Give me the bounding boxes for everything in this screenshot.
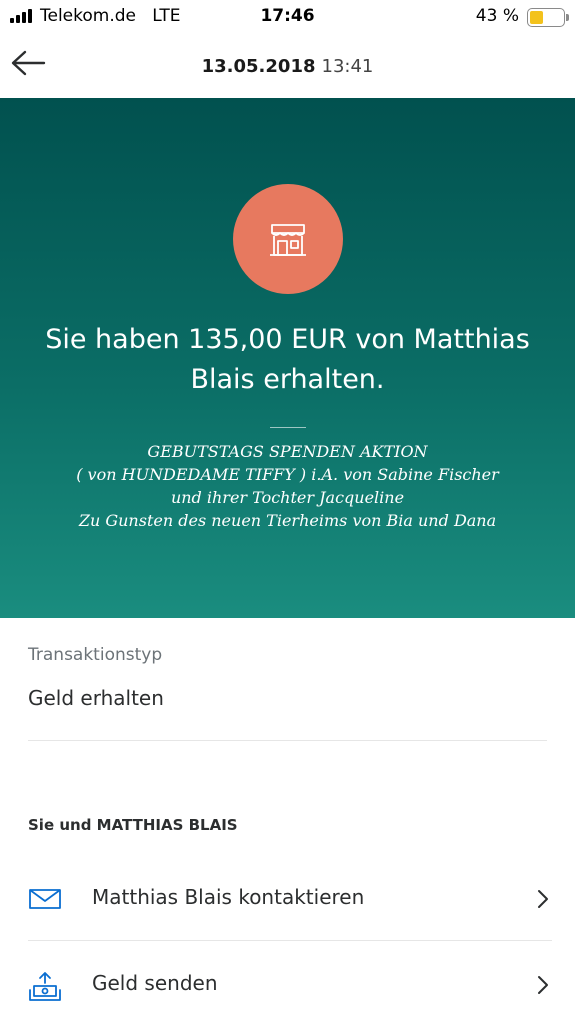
storefront-icon	[270, 224, 306, 256]
transaction-note: GEBUTSTAGS SPENDEN AKTION ( von HUNDEDAM…	[20, 440, 555, 532]
status-bar: Telekom.de LTE 17:46 43 %	[0, 0, 575, 34]
contact-person-row[interactable]: Matthias Blais kontaktieren	[28, 869, 552, 929]
envelope-icon	[29, 889, 61, 909]
contact-person-label: Matthias Blais kontaktieren	[92, 885, 365, 909]
divider	[28, 740, 547, 741]
header: 13.05.2018 13:41	[0, 34, 575, 98]
battery-fill	[530, 11, 543, 24]
send-money-row[interactable]: Geld senden	[28, 955, 552, 1015]
battery-icon	[527, 8, 569, 27]
chevron-right-icon	[538, 890, 548, 908]
note-line: Zu Gunsten des neuen Tierheims von Bia u…	[78, 511, 497, 530]
battery-percent: 43 %	[475, 6, 519, 26]
note-line: ( von HUNDEDAME TIFFY ) i.A. von Sabine …	[76, 465, 499, 484]
transaction-summary: Sie haben 135,00 EUR von Matthias Blais …	[45, 324, 530, 395]
transaction-type-label: Transaktionstyp	[28, 645, 163, 665]
contact-section-heading: Sie und MATTHIAS BLAIS	[28, 816, 238, 834]
send-money-label: Geld senden	[92, 971, 218, 995]
divider	[28, 940, 552, 941]
header-date: 13.05.2018	[201, 56, 316, 77]
note-line: GEBUTSTAGS SPENDEN AKTION	[147, 442, 428, 461]
chevron-right-icon	[538, 976, 548, 994]
transaction-hero: Sie haben 135,00 EUR von Matthias Blais …	[0, 98, 575, 618]
send-money-icon	[29, 972, 61, 1001]
merchant-avatar	[233, 184, 343, 294]
note-line: und ihrer Tochter Jacqueline	[170, 488, 405, 507]
transaction-type-value: Geld erhalten	[28, 686, 164, 710]
header-time: 13:41	[321, 56, 374, 77]
hero-divider	[270, 427, 306, 428]
header-datetime: 13.05.2018 13:41	[0, 56, 575, 77]
